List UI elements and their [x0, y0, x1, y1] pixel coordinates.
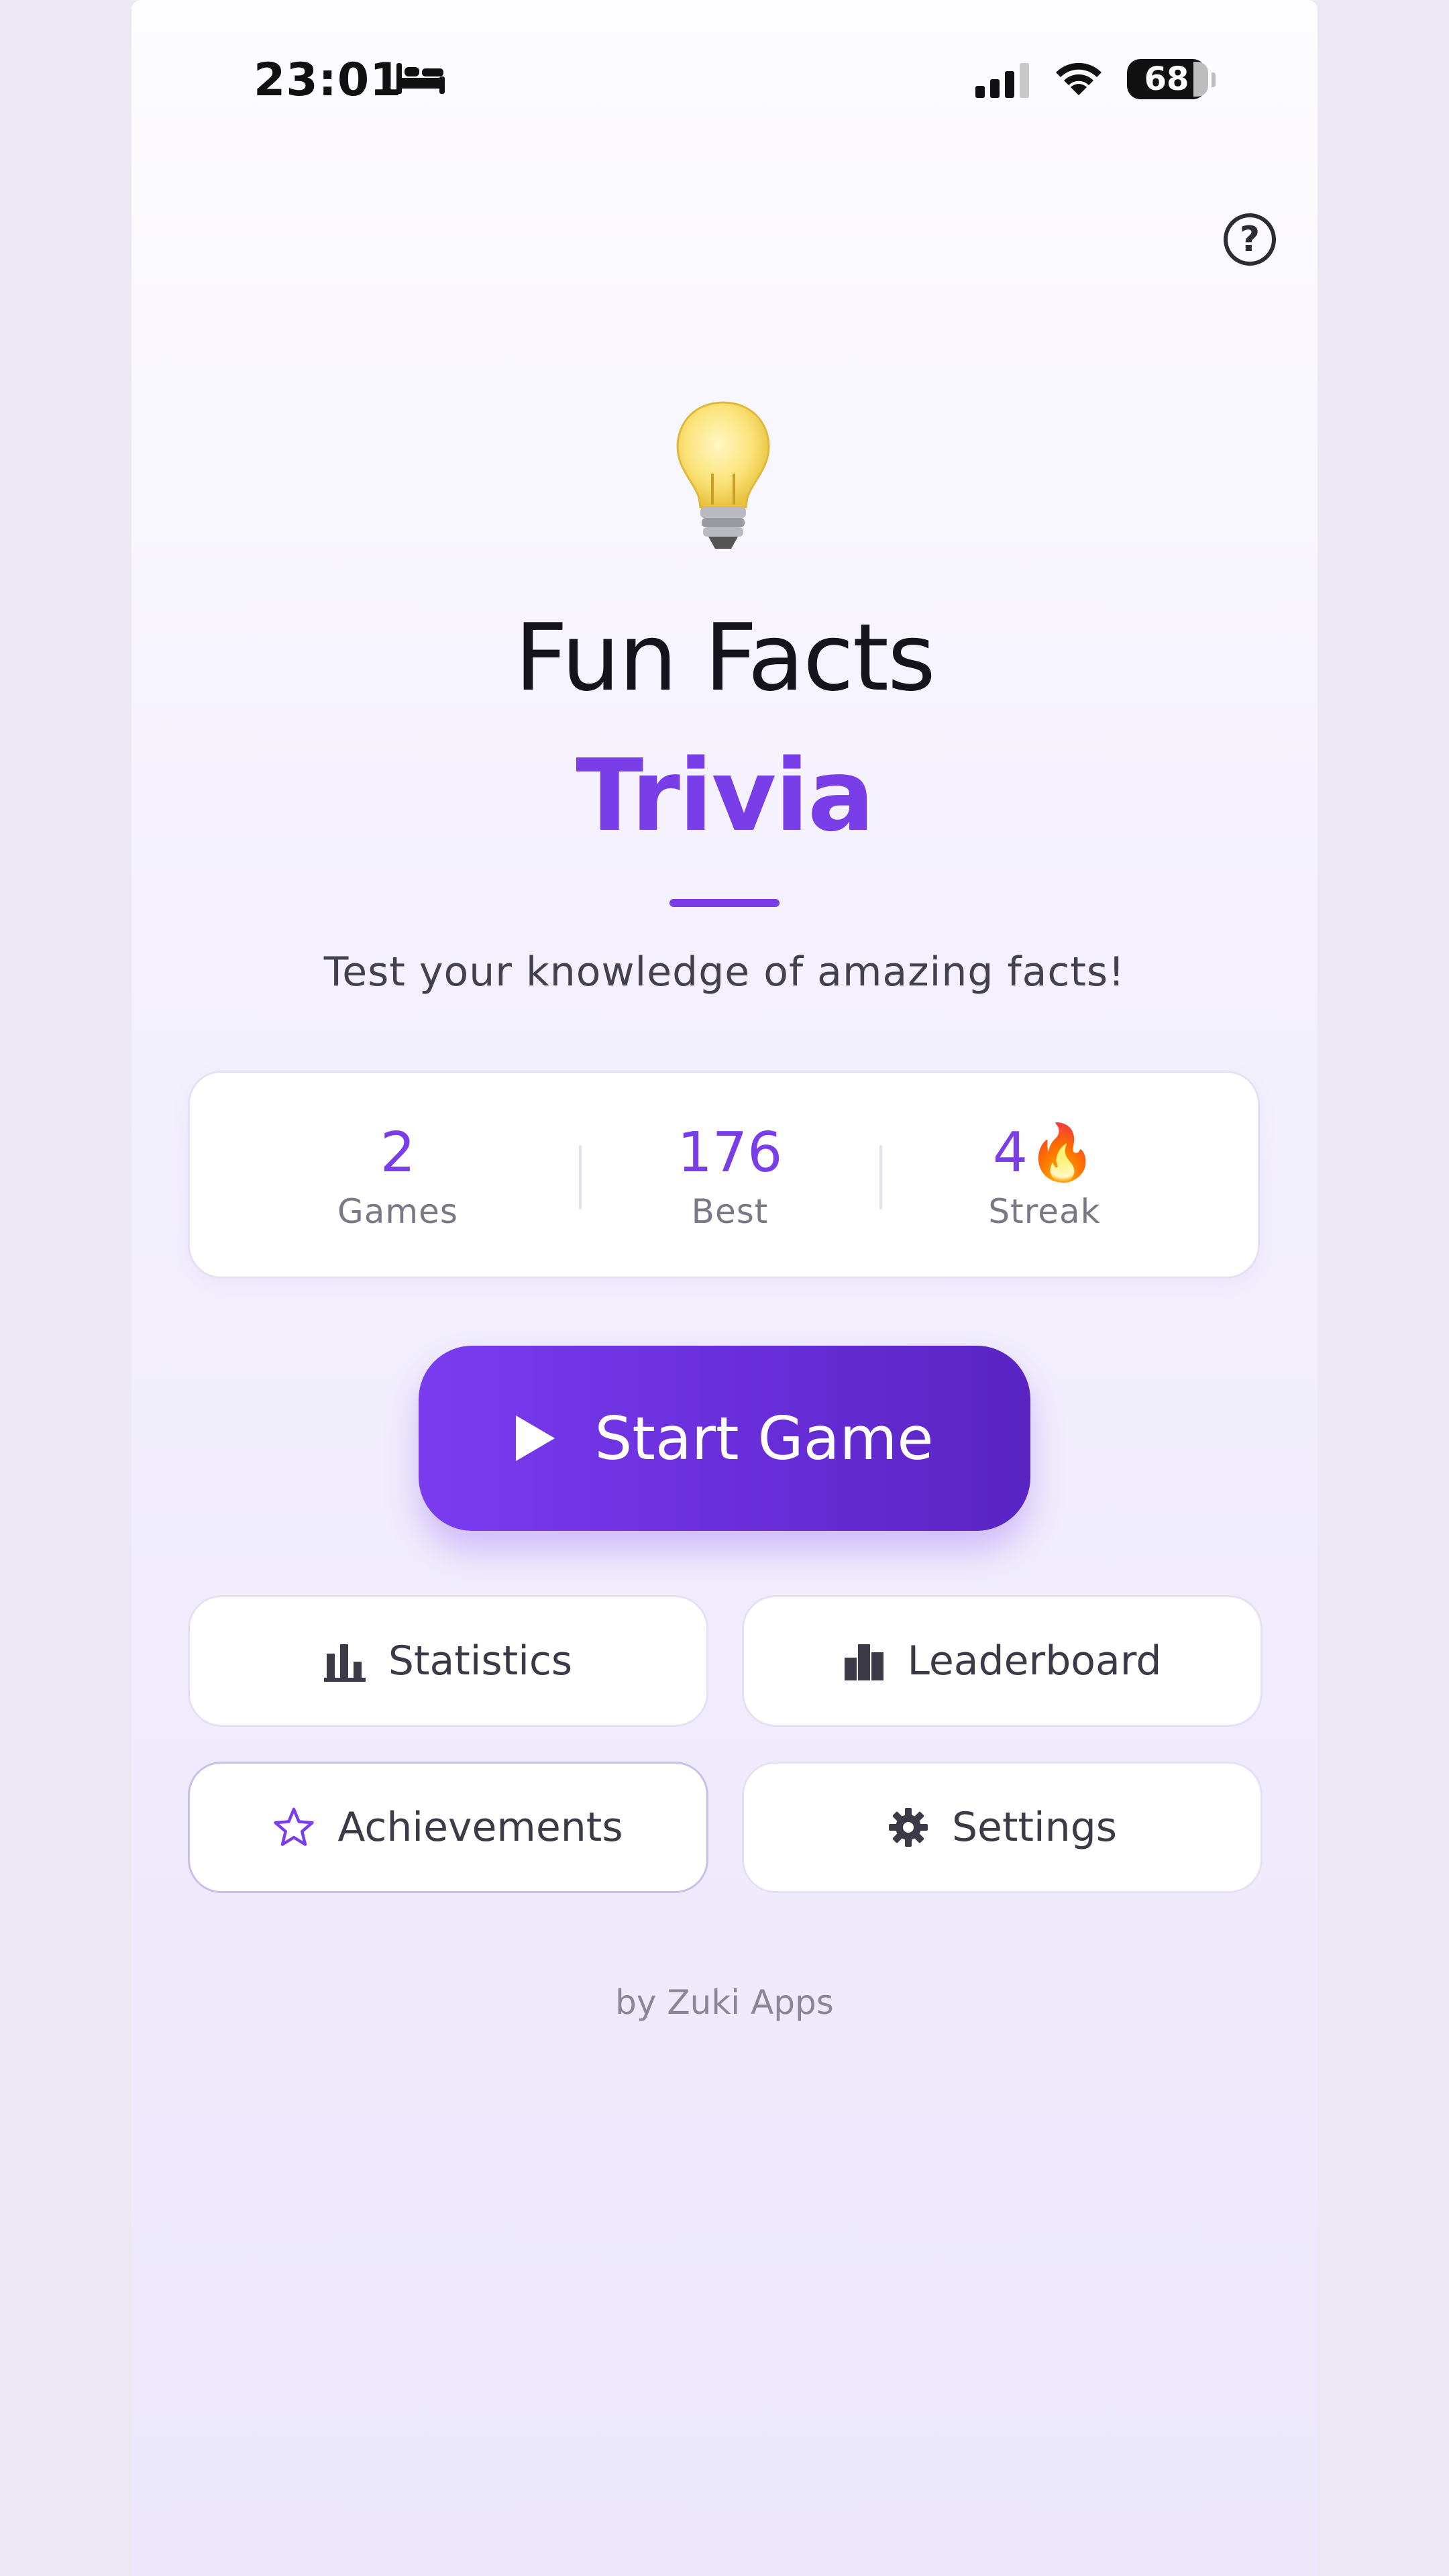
- sleep-focus-icon: [396, 63, 445, 94]
- gear-icon: [888, 1808, 928, 1847]
- footer-credit: by Zuki Apps: [615, 1983, 834, 2022]
- start-game-button[interactable]: Start Game: [419, 1346, 1030, 1531]
- leaderboard-button[interactable]: Leaderboard: [742, 1595, 1263, 1727]
- stat-value: 2: [380, 1121, 416, 1185]
- lightbulb-icon: [676, 401, 770, 549]
- tagline: Test your knowledge of amazing facts!: [323, 949, 1126, 996]
- bar-chart-icon: [323, 1644, 366, 1682]
- stat-best: 176 Best: [609, 1120, 851, 1231]
- settings-label: Settings: [951, 1804, 1118, 1851]
- stat-label: Games: [337, 1192, 458, 1231]
- stat-streak: 4🔥 Streak: [924, 1120, 1165, 1231]
- settings-button[interactable]: Settings: [742, 1762, 1263, 1893]
- stat-separator: [879, 1145, 882, 1210]
- stat-value: 176: [677, 1121, 783, 1185]
- app-title: Fun Facts: [515, 604, 936, 712]
- cellular-signal-icon: [975, 63, 1029, 98]
- battery-empty-portion: [1193, 62, 1208, 97]
- statistics-label: Statistics: [388, 1638, 573, 1684]
- leaderboard-icon: [844, 1644, 883, 1680]
- app-screen: 23:01 68 ? Fun Facts Trivia Test your kn…: [131, 0, 1318, 2576]
- statistics-button[interactable]: Statistics: [188, 1595, 708, 1727]
- help-button[interactable]: ?: [1224, 213, 1276, 266]
- star-icon: [274, 1807, 315, 1846]
- wifi-icon: [1056, 62, 1102, 95]
- app-subtitle: Trivia: [576, 738, 875, 853]
- title-divider: [669, 899, 780, 907]
- stat-label: Best: [691, 1192, 769, 1231]
- status-time: 23:01: [254, 54, 402, 107]
- stat-label: Streak: [988, 1192, 1101, 1231]
- leaderboard-label: Leaderboard: [907, 1638, 1162, 1684]
- stat-games: 2 Games: [277, 1120, 519, 1231]
- stat-separator: [579, 1145, 582, 1210]
- battery-tip: [1212, 72, 1216, 87]
- play-icon: [515, 1415, 555, 1461]
- achievements-button[interactable]: Achievements: [188, 1762, 708, 1893]
- start-game-label: Start Game: [594, 1403, 934, 1473]
- stat-value: 4🔥: [992, 1121, 1097, 1185]
- help-icon: ?: [1239, 219, 1260, 260]
- stats-card: 2 Games 176 Best 4🔥 Streak: [188, 1071, 1260, 1279]
- achievements-label: Achievements: [337, 1804, 623, 1851]
